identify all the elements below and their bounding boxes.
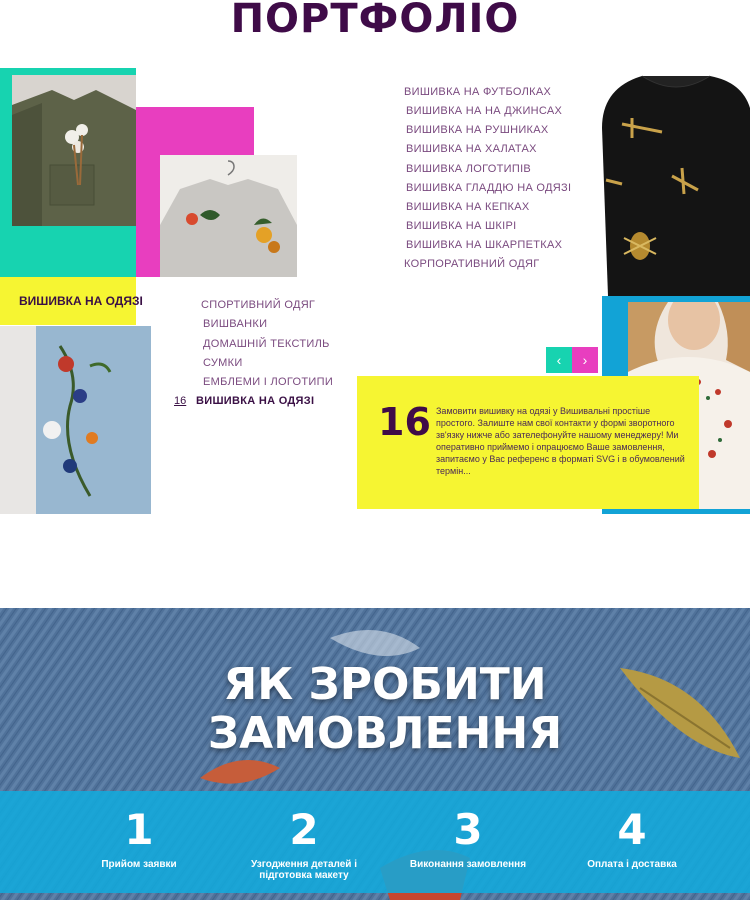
category-item[interactable]: ЕМБЛЕМИ І ЛОГОТИПИ bbox=[203, 376, 333, 388]
portfolio-photo-jeans[interactable] bbox=[0, 326, 151, 514]
step-label: Оплата і доставка bbox=[587, 859, 677, 870]
order-step: 3 Виконання замовлення bbox=[393, 805, 543, 871]
active-category-number[interactable]: 16 bbox=[174, 395, 186, 407]
category-item[interactable]: ВИШИВКА НА ХАЛАТАХ bbox=[406, 143, 537, 155]
category-item[interactable]: ВИШИВКА ГЛАДДЮ НА ОДЯЗІ bbox=[406, 182, 571, 194]
prev-slide-button[interactable]: ‹ bbox=[546, 347, 572, 373]
category-item[interactable]: ВИШИВКА НА ШКІРІ bbox=[406, 220, 516, 232]
step-label: Узгодження деталей і підготовка макету bbox=[251, 859, 357, 881]
step-number: 3 bbox=[453, 805, 483, 854]
how-to-order-section: ЯК ЗРОБИТИ ЗАМОВЛЕННЯ 1 Прийом заявки 2 … bbox=[0, 608, 750, 900]
category-item[interactable]: СУМКИ bbox=[203, 357, 243, 369]
category-item[interactable]: ВИШИВКА НА НА ДЖИНСАХ bbox=[406, 105, 562, 117]
portfolio-photo-white-sweatshirt[interactable] bbox=[160, 155, 297, 277]
page-title: ПОРТФОЛІО bbox=[230, 0, 520, 42]
category-item[interactable]: ВИШВАНКИ bbox=[203, 318, 267, 330]
next-slide-button[interactable]: › bbox=[572, 347, 598, 373]
step-label: Прийом заявки bbox=[101, 859, 177, 870]
category-item[interactable]: ВИШИВКА НА ФУТБОЛКАХ bbox=[404, 86, 551, 98]
order-step: 2 Узгодження деталей і підготовка макету bbox=[229, 805, 379, 882]
step-number: 1 bbox=[124, 805, 154, 854]
category-item[interactable]: ВИШИВКА ЛОГОТИПІВ bbox=[406, 163, 531, 175]
chevron-left-icon: ‹ bbox=[556, 352, 562, 368]
category-item[interactable]: ВИШИВКА НА РУШНИКАХ bbox=[406, 124, 549, 136]
step-number: 2 bbox=[289, 805, 319, 854]
portfolio-photo-black-sweater[interactable] bbox=[602, 68, 750, 296]
category-item[interactable]: ДОМАШНІЙ ТЕКСТИЛЬ bbox=[203, 338, 330, 350]
info-card-text: Замовити вишивку на одязі у Вишивальні п… bbox=[436, 406, 685, 476]
how-to-order-title-line1: ЯК ЗРОБИТИ bbox=[223, 659, 547, 710]
portfolio-info-card: 16 Замовити вишивку на одязі у Вишивальн… bbox=[357, 376, 699, 509]
step-label: Виконання замовлення bbox=[409, 859, 527, 870]
order-step: 4 Оплата і доставка bbox=[557, 805, 707, 871]
step-number: 4 bbox=[617, 805, 647, 854]
how-to-order-title-line2: ЗАМОВЛЕННЯ bbox=[207, 708, 563, 759]
chevron-right-icon: › bbox=[582, 352, 588, 368]
category-item[interactable]: СПОРТИВНИЙ ОДЯГ bbox=[201, 299, 315, 311]
category-item[interactable]: ВИШИВКА НА КЕПКАХ bbox=[406, 201, 530, 213]
info-card-number: 16 bbox=[378, 400, 431, 444]
active-category-item[interactable]: ВИШИВКА НА ОДЯЗІ bbox=[196, 395, 314, 407]
featured-category-label: ВИШИВКА НА ОДЯЗІ bbox=[0, 277, 143, 325]
portfolio-photo-green-tshirt[interactable] bbox=[12, 75, 136, 226]
category-item[interactable]: КОРПОРАТИВНИЙ ОДЯГ bbox=[404, 258, 540, 270]
order-step: 1 Прийом заявки bbox=[64, 805, 214, 871]
how-to-order-title: ЯК ЗРОБИТИ ЗАМОВЛЕННЯ bbox=[0, 660, 750, 758]
category-item[interactable]: ВИШИВКА НА ШКАРПЕТКАХ bbox=[406, 239, 562, 251]
order-steps-bar: 1 Прийом заявки 2 Узгодження деталей і п… bbox=[0, 791, 750, 893]
